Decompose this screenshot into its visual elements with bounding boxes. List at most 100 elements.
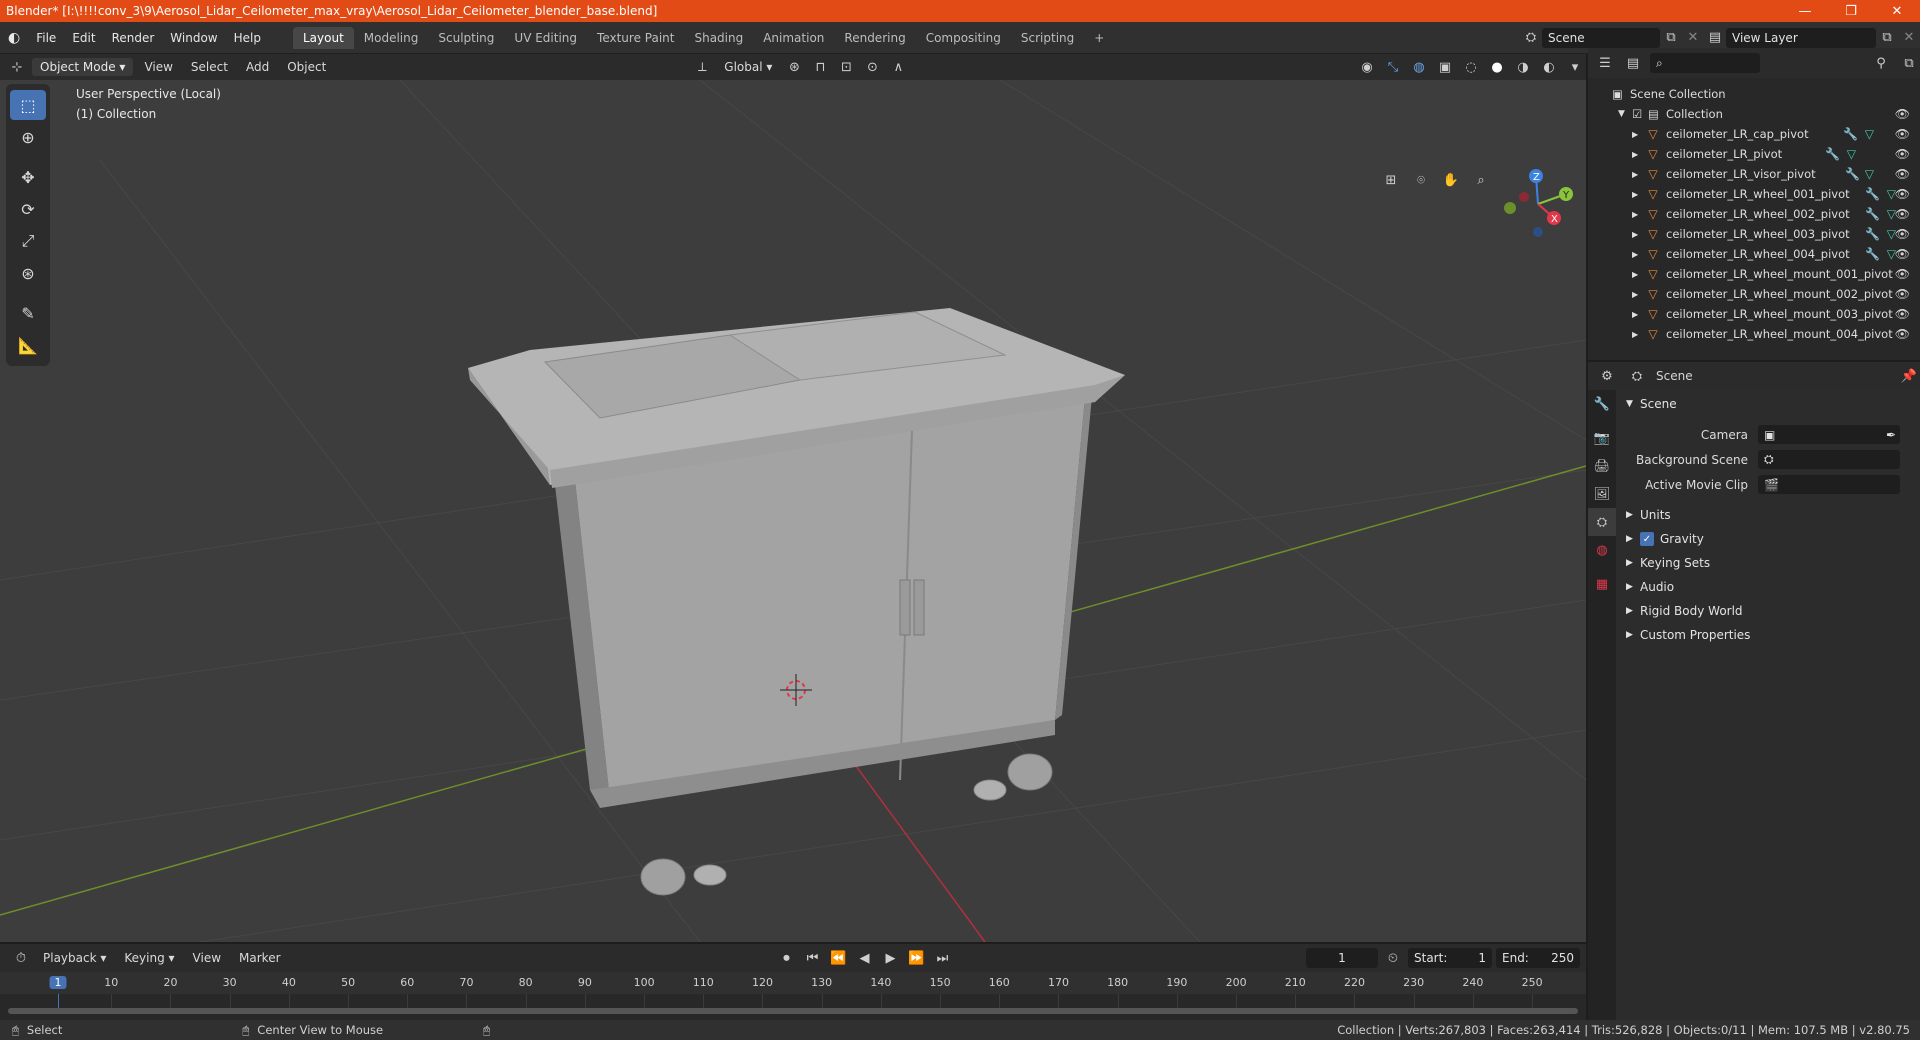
end-frame-field[interactable]: End: 250 — [1496, 948, 1580, 968]
output-tab-icon[interactable]: 🖨 — [1588, 452, 1616, 480]
modifier-wrench-icon[interactable]: 🔧 — [1865, 187, 1880, 201]
outliner-search-input[interactable]: ⌕ — [1650, 53, 1760, 73]
eye-icon[interactable]: 👁 — [1895, 207, 1910, 221]
collection-checkbox[interactable]: ☑ — [1632, 107, 1648, 121]
gravity-checkbox[interactable]: ✓ — [1640, 532, 1654, 546]
tab-texture-paint[interactable]: Texture Paint — [587, 27, 684, 49]
outliner-object-row[interactable]: ▶ ▽ ceilometer_LR_cap_pivot 🔧 ▽ 👁 — [1588, 124, 1920, 144]
scene-field[interactable]: Scene — [1542, 27, 1660, 48]
viewport-menu-add[interactable]: Add — [239, 58, 276, 76]
mesh-data-icon[interactable]: ▽ — [1847, 147, 1856, 161]
visibility-filter-icon[interactable]: ◉ — [1356, 57, 1378, 77]
expand-arrow-icon[interactable]: ▶ — [1632, 250, 1644, 259]
properties-editor-type-icon[interactable]: ⚙ — [1596, 366, 1618, 386]
minimize-button[interactable]: — — [1782, 4, 1828, 19]
new-collection-icon[interactable]: ⧉ — [1898, 53, 1920, 73]
snap-target-icon[interactable]: ⊡ — [835, 57, 857, 77]
3d-viewport[interactable]: ⊞ ⌾ ✋ ⌕ Z Y X — [0, 80, 1586, 942]
timeline-menu-view[interactable]: View — [186, 949, 228, 967]
material-shading-icon[interactable]: ◑ — [1512, 57, 1534, 77]
outliner-object-row[interactable]: ▶ ▽ ceilometer_LR_wheel_003_pivot 🔧 ▽ 👁 — [1588, 224, 1920, 244]
outliner-object-row[interactable]: ▶ ▽ ceilometer_LR_wheel_mount_002_pivot 👁 — [1588, 284, 1920, 304]
timeline[interactable]: 1 10 20 30 40 50 60 70 80 90 100 110 120 130 140 150 160… — [0, 972, 1586, 1022]
menu-file[interactable]: File — [28, 31, 64, 45]
add-workspace-button[interactable]: + — [1084, 27, 1114, 49]
timeline-menu-keying[interactable]: Keying ▾ — [117, 949, 181, 967]
tab-rendering[interactable]: Rendering — [834, 27, 915, 49]
current-frame-indicator[interactable]: 1 — [49, 976, 67, 989]
timeline-scrollbar[interactable] — [8, 1008, 1578, 1014]
prev-keyframe-icon[interactable]: ⏪ — [828, 948, 850, 968]
eye-icon[interactable]: 👁 — [1895, 247, 1910, 261]
tab-uv-editing[interactable]: UV Editing — [504, 27, 587, 49]
pan-hand-icon[interactable]: ✋ — [1440, 170, 1462, 190]
move-tool-icon[interactable]: ✥ — [10, 162, 46, 192]
eye-icon[interactable]: 👁 — [1895, 287, 1910, 301]
background-scene-field[interactable]: ⛭ — [1758, 450, 1900, 469]
expand-arrow-icon[interactable]: ▶ — [1632, 210, 1644, 219]
expand-arrow-icon[interactable]: ▶ — [1632, 230, 1644, 239]
mesh-data-icon[interactable]: ▽ — [1865, 127, 1874, 141]
proportional-edit-icon[interactable]: ⊙ — [861, 57, 883, 77]
delete-view-layer-icon[interactable]: ✕ — [1898, 28, 1920, 48]
toggle-grid-view-icon[interactable]: ⊞ — [1380, 170, 1402, 190]
tool-tab-icon[interactable]: 🔧 — [1588, 390, 1616, 418]
pin-icon[interactable]: 📌 — [1898, 366, 1920, 386]
timeline-menu-playback[interactable]: Playback ▾ — [36, 949, 113, 967]
expand-arrow-icon[interactable]: ▶ — [1632, 170, 1644, 179]
snap-icon[interactable]: ⊓ — [809, 57, 831, 77]
maximize-button[interactable]: ❐ — [1828, 4, 1874, 19]
viewport-menu-select[interactable]: Select — [184, 58, 235, 76]
outliner-object-row[interactable]: ▶ ▽ ceilometer_LR_wheel_002_pivot 🔧 ▽ 👁 — [1588, 204, 1920, 224]
shading-options-icon[interactable]: ▾ — [1564, 57, 1586, 77]
render-tab-icon[interactable]: 📷 — [1588, 424, 1616, 452]
scale-tool-icon[interactable]: ⤢ — [10, 226, 46, 256]
close-button[interactable]: ✕ — [1874, 4, 1920, 19]
jump-end-icon[interactable]: ⏭ — [932, 948, 954, 968]
object-mode-dropdown[interactable]: Object Mode ▾ — [32, 58, 134, 76]
view-layer-tab-icon[interactable]: 🖼 — [1588, 480, 1616, 508]
editor-type-icon[interactable]: ⊹ — [6, 57, 28, 77]
texture-tab-icon[interactable]: ▦ — [1588, 570, 1616, 598]
properties-subpanel[interactable]: ▶ Rigid Body World — [1616, 599, 1920, 623]
scene-selector-icon[interactable]: ⛭ — [1520, 28, 1542, 48]
outliner-object-row[interactable]: ▶ ▽ ceilometer_LR_visor_pivot 🔧 ▽ 👁 — [1588, 164, 1920, 184]
modifier-wrench-icon[interactable]: 🔧 — [1825, 147, 1840, 161]
filter-icon[interactable]: ⚲ — [1870, 53, 1892, 73]
active-movie-clip-field[interactable]: 🎬 — [1758, 475, 1900, 494]
mesh-data-icon[interactable]: ▽ — [1865, 167, 1874, 181]
cursor-tool-icon[interactable]: ⊕ — [10, 122, 46, 152]
expand-arrow-icon[interactable]: ▶ — [1632, 150, 1644, 159]
transform-orientation-dropdown[interactable]: Global ▾ — [717, 58, 779, 76]
modifier-wrench-icon[interactable]: 🔧 — [1865, 227, 1880, 241]
eye-icon[interactable]: 👁 — [1895, 187, 1910, 201]
blender-logo-icon[interactable]: ◐ — [0, 30, 28, 46]
expand-arrow-icon[interactable]: ▶ — [1632, 190, 1644, 199]
properties-subpanel[interactable]: ▶ Custom Properties — [1616, 623, 1920, 647]
delete-scene-icon[interactable]: ✕ — [1682, 28, 1704, 48]
xray-toggle-icon[interactable]: ▣ — [1434, 57, 1456, 77]
display-mode-icon[interactable]: ▤ — [1622, 53, 1644, 73]
menu-edit[interactable]: Edit — [64, 31, 103, 45]
outliner-object-row[interactable]: ▶ ▽ ceilometer_LR_wheel_001_pivot 🔧 ▽ 👁 — [1588, 184, 1920, 204]
next-keyframe-icon[interactable]: ⏩ — [906, 948, 928, 968]
annotate-tool-icon[interactable]: ✎ — [10, 298, 46, 328]
scene-tab-icon[interactable]: ⛭ — [1588, 508, 1616, 536]
outliner-object-row[interactable]: ▶ ▽ ceilometer_LR_wheel_mount_004_pivot 👁 — [1588, 324, 1920, 344]
axis-gizmo[interactable]: Z Y X — [1500, 164, 1580, 244]
jump-start-icon[interactable]: ⏮ — [802, 948, 824, 968]
outliner-object-row[interactable]: ▶ ▽ ceilometer_LR_wheel_004_pivot 🔧 ▽ 👁 — [1588, 244, 1920, 264]
modifier-wrench-icon[interactable]: 🔧 — [1865, 247, 1880, 261]
rendered-shading-icon[interactable]: ◐ — [1538, 57, 1560, 77]
view-layer-icon[interactable]: ▤ — [1704, 28, 1726, 48]
pivot-point-icon[interactable]: ⊛ — [783, 57, 805, 77]
tab-layout[interactable]: Layout — [292, 26, 354, 49]
world-tab-icon[interactable]: ◍ — [1588, 536, 1616, 564]
transform-tool-icon[interactable]: ⊛ — [10, 258, 46, 288]
select-box-tool-icon[interactable]: ⬚ — [10, 90, 46, 120]
scene-section-header[interactable]: ▼ Scene — [1616, 392, 1920, 416]
eye-icon[interactable]: 👁 — [1895, 327, 1910, 341]
overlay-toggle-icon[interactable]: ◍ — [1408, 57, 1430, 77]
camera-field[interactable]: ▣ ✒ — [1758, 425, 1900, 444]
new-view-layer-icon[interactable]: ⧉ — [1876, 28, 1898, 48]
